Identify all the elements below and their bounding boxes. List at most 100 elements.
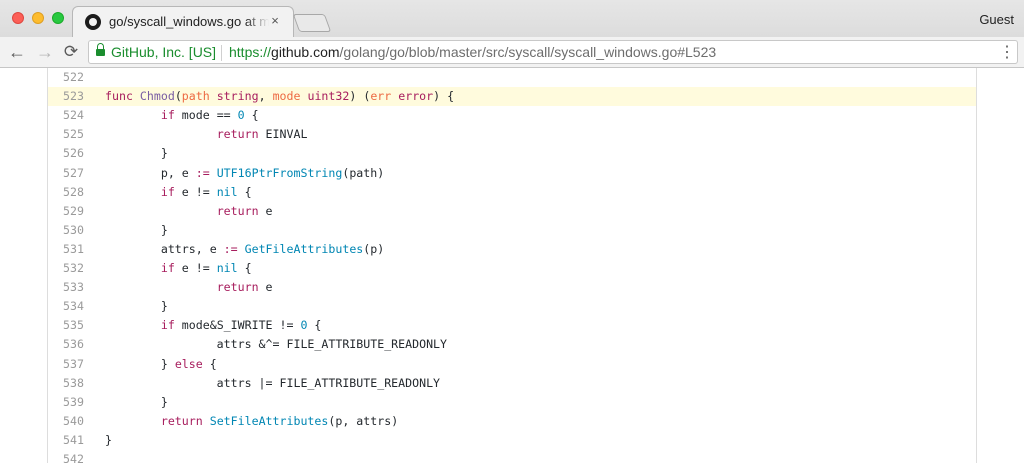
- line-number[interactable]: 523: [48, 87, 84, 106]
- code-token: }: [105, 146, 168, 161]
- line-number[interactable]: 530: [48, 221, 84, 240]
- code-line[interactable]: 528 if e != nil {: [48, 183, 976, 202]
- code-token: ) (: [349, 89, 371, 104]
- code-token: return: [216, 127, 259, 142]
- line-number[interactable]: 529: [48, 202, 84, 221]
- code-line[interactable]: 533 return e: [48, 278, 976, 297]
- line-number[interactable]: 525: [48, 125, 84, 144]
- ev-certificate-name[interactable]: GitHub, Inc. [US]: [111, 44, 216, 60]
- line-number[interactable]: 539: [48, 393, 84, 412]
- code-token: }: [105, 299, 168, 314]
- code-token: string: [216, 89, 259, 104]
- line-number[interactable]: 533: [48, 278, 84, 297]
- code-line[interactable]: 522: [48, 68, 976, 87]
- line-number[interactable]: 527: [48, 164, 84, 183]
- code-line[interactable]: 530 }: [48, 221, 976, 240]
- code-token: {: [307, 318, 322, 333]
- code-token: path: [181, 89, 217, 104]
- window-close-button[interactable]: [12, 12, 24, 24]
- reload-icon[interactable]: ⟳: [60, 41, 82, 63]
- code-token: nil: [216, 261, 238, 275]
- code-token: (p): [363, 241, 385, 256]
- code-token: mode: [272, 89, 308, 104]
- browser-tab-active[interactable]: go/syscall_windows.go at master ×: [72, 6, 294, 37]
- line-number[interactable]: 535: [48, 316, 84, 335]
- window-maximize-button[interactable]: [52, 12, 64, 24]
- code-line[interactable]: 540 return SetFileAttributes(p, attrs): [48, 412, 976, 431]
- code-token: mode ==: [174, 108, 238, 123]
- code-token: {: [237, 184, 252, 199]
- line-number[interactable]: 532: [48, 259, 84, 278]
- code-line[interactable]: 524 if mode == 0 {: [48, 106, 976, 125]
- code-text: attrs &^= FILE_ATTRIBUTE_READONLY: [105, 335, 447, 354]
- code-token: error: [398, 89, 434, 104]
- code-line[interactable]: 534 }: [48, 297, 976, 316]
- code-line[interactable]: 525 return EINVAL: [48, 125, 976, 144]
- code-token: attrs &^= FILE_ATTRIBUTE_READONLY: [105, 337, 448, 352]
- tab-close-icon[interactable]: ×: [267, 13, 283, 29]
- github-octocat-icon: [85, 14, 101, 30]
- code-line[interactable]: 527 p, e := UTF16PtrFromString(path): [48, 164, 976, 183]
- code-line[interactable]: 531 attrs, e := GetFileAttributes(p): [48, 240, 976, 259]
- profile-name[interactable]: Guest: [979, 12, 1014, 27]
- code-text: return EINVAL: [105, 125, 308, 144]
- code-line[interactable]: 532 if e != nil {: [48, 259, 976, 278]
- code-line[interactable]: 537 } else {: [48, 355, 976, 374]
- line-number[interactable]: 541: [48, 431, 84, 450]
- code-text: if e != nil {: [105, 259, 252, 278]
- code-line[interactable]: 523 func Chmod(path string, mode uint32) …: [48, 87, 976, 107]
- code-line[interactable]: 536 attrs &^= FILE_ATTRIBUTE_READONLY: [48, 335, 976, 354]
- code-text: p, e := UTF16PtrFromString(path): [105, 164, 384, 183]
- forward-arrow-icon[interactable]: →: [34, 41, 56, 63]
- window-minimize-button[interactable]: [32, 12, 44, 24]
- line-number[interactable]: 537: [48, 355, 84, 374]
- line-number[interactable]: 540: [48, 412, 84, 431]
- line-number[interactable]: 531: [48, 240, 84, 259]
- code-token: }: [105, 394, 168, 409]
- code-text: if mode&S_IWRITE != 0 {: [105, 316, 322, 335]
- code-token: ,: [258, 89, 273, 104]
- line-number[interactable]: 526: [48, 144, 84, 163]
- back-arrow-icon[interactable]: ←: [6, 41, 28, 63]
- tab-title: go/syscall_windows.go at master: [109, 14, 269, 29]
- line-number[interactable]: 524: [48, 106, 84, 125]
- code-line[interactable]: 539 }: [48, 393, 976, 412]
- line-number[interactable]: 538: [48, 374, 84, 393]
- new-tab-button[interactable]: [292, 14, 332, 32]
- line-number[interactable]: 522: [48, 68, 84, 87]
- code-token: if: [160, 318, 175, 333]
- line-number[interactable]: 534: [48, 297, 84, 316]
- code-line[interactable]: 535 if mode&S_IWRITE != 0 {: [48, 316, 976, 335]
- code-token: EINVAL: [258, 127, 308, 142]
- code-token: if: [160, 108, 175, 123]
- line-number[interactable]: 542: [48, 450, 84, 463]
- code-token: func: [105, 89, 140, 104]
- code-token: err: [370, 89, 399, 104]
- address-bar[interactable]: GitHub, Inc. [US] https://github.com/gol…: [88, 40, 1018, 64]
- line-number[interactable]: 528: [48, 183, 84, 202]
- code-text: return e: [105, 278, 273, 297]
- code-line[interactable]: 542: [48, 450, 976, 463]
- window-titlebar: go/syscall_windows.go at master × Guest: [0, 0, 1024, 37]
- code-line[interactable]: 526 }: [48, 144, 976, 163]
- code-token: p, e: [105, 165, 196, 180]
- code-view: 522 523 func Chmod(path string, mode uint3…: [47, 68, 977, 463]
- code-token: attrs |= FILE_ATTRIBUTE_READONLY: [105, 375, 441, 390]
- browser-menu-icon[interactable]: ⋮: [999, 43, 1015, 63]
- url-text[interactable]: https://github.com/golang/go/blob/master…: [229, 44, 716, 60]
- url-scheme: https://: [229, 44, 272, 60]
- code-line[interactable]: 538 attrs |= FILE_ATTRIBUTE_READONLY: [48, 374, 976, 393]
- code-token: }: [105, 356, 175, 371]
- code-line[interactable]: 541}: [48, 431, 976, 450]
- code-token: if: [160, 261, 175, 275]
- url-host: github.com: [271, 44, 340, 60]
- code-token: Chmod: [139, 89, 175, 104]
- code-token: 0: [237, 108, 245, 123]
- code-line[interactable]: 529 return e: [48, 202, 976, 221]
- line-number[interactable]: 536: [48, 335, 84, 354]
- code-token: e: [258, 203, 273, 218]
